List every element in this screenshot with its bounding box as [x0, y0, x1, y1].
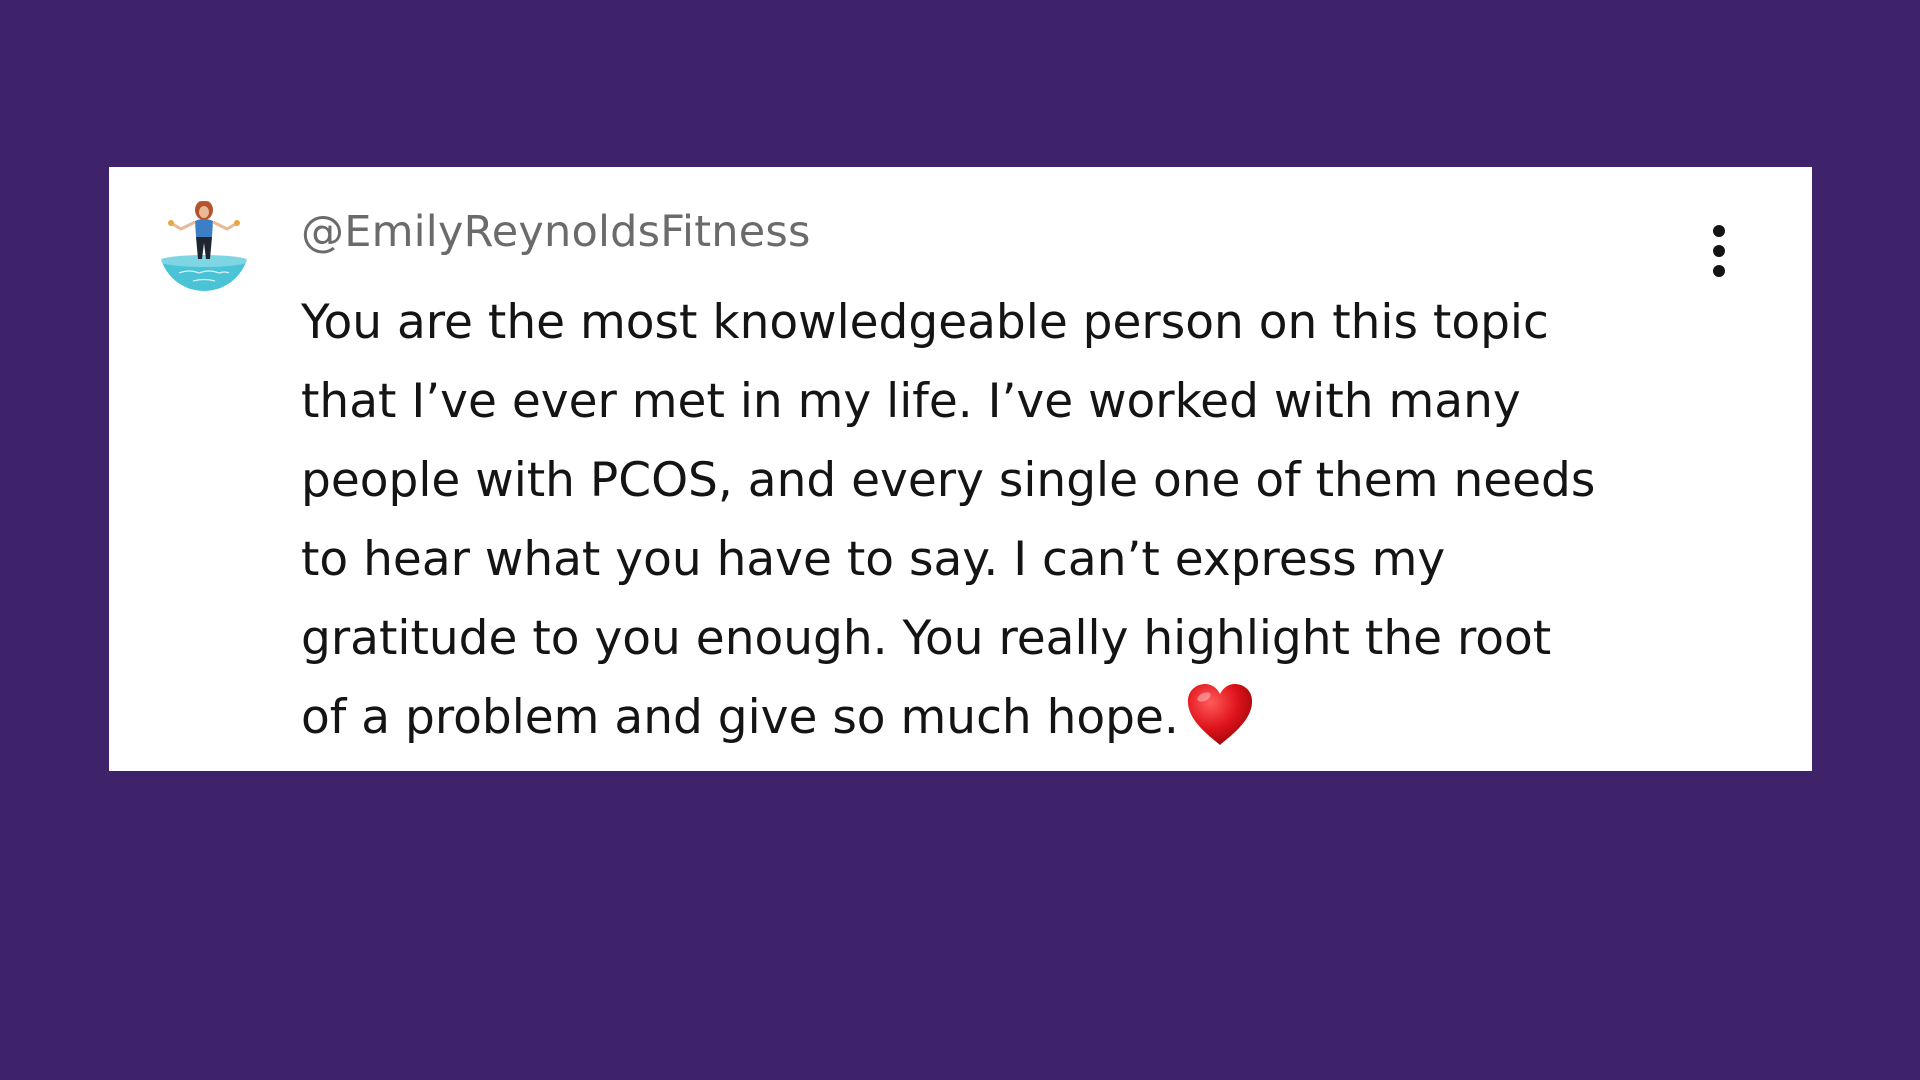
comment-last-line: of a problem and give so much hope.	[301, 678, 1741, 757]
profile-avatar-icon	[159, 201, 249, 291]
more-vertical-icon	[1713, 245, 1725, 257]
comment-body: You are the most knowledgeable person on…	[301, 283, 1741, 757]
user-avatar[interactable]	[159, 201, 249, 291]
more-options-button[interactable]	[1699, 223, 1739, 279]
comment-line: of a problem and give so much hope.	[301, 690, 1179, 745]
page-background: @EmilyReynoldsFitness You are the most k…	[0, 0, 1920, 1080]
comment-line: You are the most knowledgeable person on…	[301, 295, 1549, 350]
heart-icon	[1187, 684, 1252, 745]
comment-line: to hear what you have to say. I can’t ex…	[301, 532, 1446, 587]
comment-line: gratitude to you enough. You really high…	[301, 611, 1552, 666]
more-vertical-icon	[1713, 225, 1725, 237]
comment-line: people with PCOS, and every single one o…	[301, 453, 1596, 508]
comment-line: that I’ve ever met in my life. I’ve work…	[301, 374, 1521, 429]
comment-card: @EmilyReynoldsFitness You are the most k…	[109, 167, 1812, 771]
comment-username[interactable]: @EmilyReynoldsFitness	[301, 207, 811, 257]
more-vertical-icon	[1713, 265, 1725, 277]
